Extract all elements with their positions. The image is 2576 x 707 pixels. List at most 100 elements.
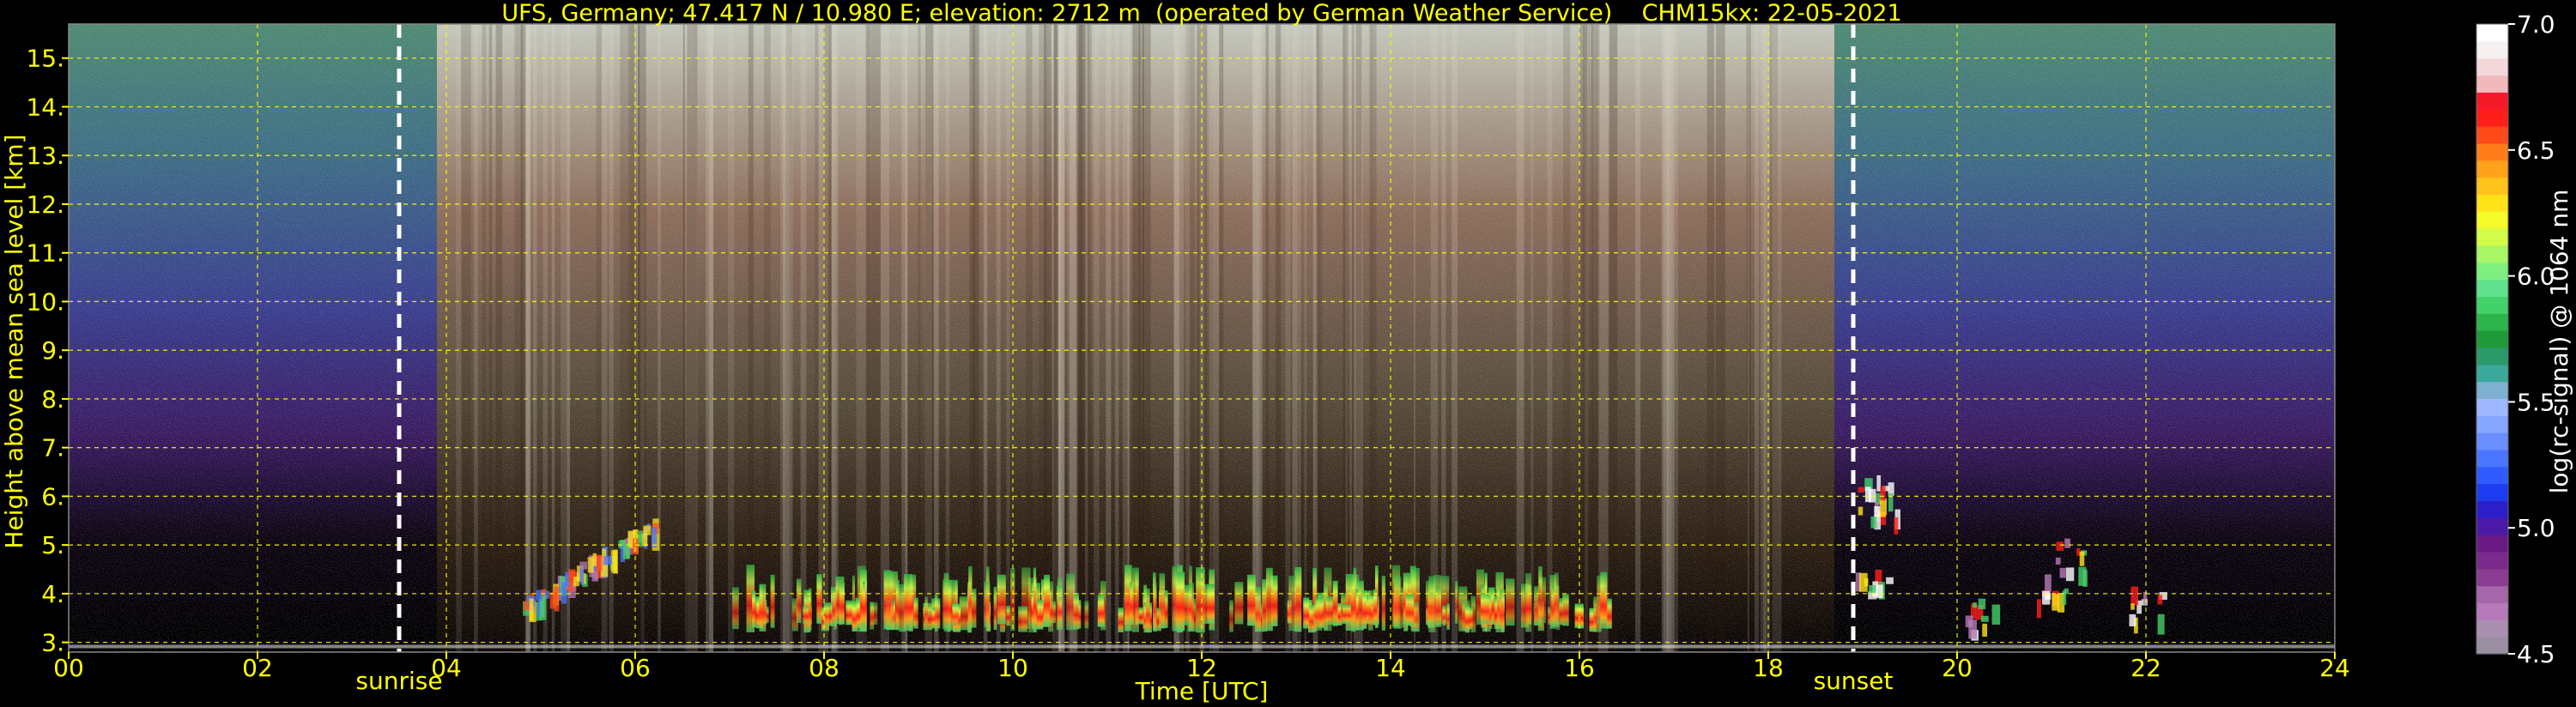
heatmap-streak	[856, 24, 867, 652]
heatmap-streak	[1219, 24, 1224, 652]
heatmap-streak	[685, 24, 688, 652]
evening-echo-cell	[1980, 615, 1989, 622]
evening-echo-cell	[2055, 557, 2061, 565]
evening-echo-cell	[2079, 551, 2085, 566]
x-tick-label: 22	[2131, 654, 2161, 682]
heatmap-streak	[1609, 24, 1618, 652]
colorbar-segment	[2476, 347, 2508, 366]
cloud-column	[1480, 593, 1489, 624]
cloud-column	[959, 596, 968, 631]
heatmap-streak	[524, 24, 530, 652]
heatmap-streak	[1706, 24, 1714, 652]
x-tick-label: 16	[1564, 654, 1595, 682]
colorbar-segment	[2476, 262, 2508, 281]
cloud-column	[1172, 566, 1177, 631]
cloud-column	[1006, 605, 1010, 626]
rising-layer-cell	[587, 557, 594, 573]
heatmap-streak	[1413, 24, 1416, 652]
rising-layer-cell	[524, 601, 530, 610]
heatmap-streak	[687, 24, 696, 652]
heatmap-streak	[901, 24, 908, 652]
heatmap-streak	[918, 24, 921, 652]
colorbar-segment	[2476, 126, 2508, 144]
evening-echo-cell	[1870, 516, 1877, 529]
x-tick-label: 00	[53, 654, 84, 682]
heatmap-streak	[1369, 24, 1373, 652]
heatmap-streak	[1285, 24, 1291, 652]
colorbar-segment	[2476, 585, 2508, 604]
sunrise-label: sunrise	[355, 667, 442, 695]
cloud-column	[1159, 573, 1166, 629]
cloud-column	[1534, 586, 1539, 625]
evening-echo-cell	[2076, 547, 2081, 556]
heatmap-streak	[818, 24, 829, 652]
heatmap-streak	[1430, 24, 1439, 652]
rising-layer-cell	[643, 525, 652, 535]
heatmap-streak	[1351, 24, 1355, 652]
cloud-column	[1442, 606, 1446, 626]
cloud-column	[770, 574, 775, 628]
cloud-column	[1554, 572, 1559, 625]
cloud-column	[1381, 575, 1385, 631]
colorbar-segment	[2476, 160, 2508, 178]
rising-layer-cell	[568, 569, 576, 578]
cloud-column	[1184, 584, 1191, 625]
x-tick-label: 06	[620, 654, 651, 682]
evening-echo-cell	[2062, 590, 2067, 605]
colorbar-segment	[2476, 415, 2508, 433]
cloud-column	[1525, 573, 1531, 632]
colorbar-tick-label: 4.5	[2517, 640, 2555, 668]
colorbar-segment	[2476, 24, 2508, 42]
cloud-column	[968, 565, 973, 629]
cloud-column	[1332, 580, 1338, 626]
cloud-column	[889, 571, 894, 626]
heatmap-streak	[1209, 24, 1212, 652]
cloud-column	[1288, 575, 1297, 631]
colorbar-tick-label: 5.0	[2517, 514, 2555, 542]
colorbar-segment	[2476, 92, 2508, 110]
cloud-column	[870, 601, 875, 630]
heatmap-streak	[1316, 24, 1319, 652]
cloud-column	[997, 574, 1006, 625]
cloud-column	[1229, 600, 1233, 632]
cloud-column	[1146, 588, 1150, 633]
heatmap-streak	[482, 24, 487, 652]
colorbar-segment	[2476, 483, 2508, 502]
cloud-column	[1405, 594, 1415, 626]
evening-echo-cell	[2036, 599, 2041, 619]
cloud-column	[1342, 604, 1351, 624]
heatmap-streak	[474, 24, 478, 652]
heatmap-streak	[1452, 24, 1458, 652]
colorbar-segment	[2476, 432, 2508, 450]
evening-echo-cell	[1869, 488, 1876, 503]
colorbar-segment	[2476, 296, 2508, 314]
cloud-column	[1362, 589, 1367, 629]
cloud-column	[1153, 582, 1157, 632]
colorbar-segment	[2476, 245, 2508, 263]
colorbar-segment	[2476, 177, 2508, 195]
heatmap-streak	[800, 24, 807, 652]
rising-layer-cell	[549, 592, 557, 609]
heatmap-streak	[1747, 24, 1749, 652]
heatmap-streak	[1530, 24, 1534, 652]
evening-echo-cell	[2056, 541, 2064, 551]
evening-echo-cell	[1869, 584, 1877, 594]
heatmap-streak	[924, 24, 933, 652]
heatmap-streak	[1276, 24, 1282, 652]
heatmap-streak	[542, 24, 549, 652]
sunset-label: sunset	[1814, 667, 1894, 695]
heatmap-streak	[1039, 24, 1047, 652]
evening-echo-cell	[2129, 613, 2137, 627]
cloud-column	[1497, 583, 1500, 627]
y-tick-label: 14.	[26, 93, 64, 121]
cloud-column	[1196, 567, 1205, 633]
colorbar-segment	[2476, 381, 2508, 400]
heatmap-streak	[1054, 24, 1058, 652]
evening-echo-cell	[2052, 594, 2059, 611]
heatmap-streak	[1088, 24, 1092, 652]
evening-echo-cell	[1859, 572, 1868, 592]
cloud-column	[856, 599, 860, 628]
evening-echo-cell	[2078, 566, 2087, 586]
cloud-layer	[732, 565, 1612, 633]
colorbar-segment	[2476, 194, 2508, 212]
